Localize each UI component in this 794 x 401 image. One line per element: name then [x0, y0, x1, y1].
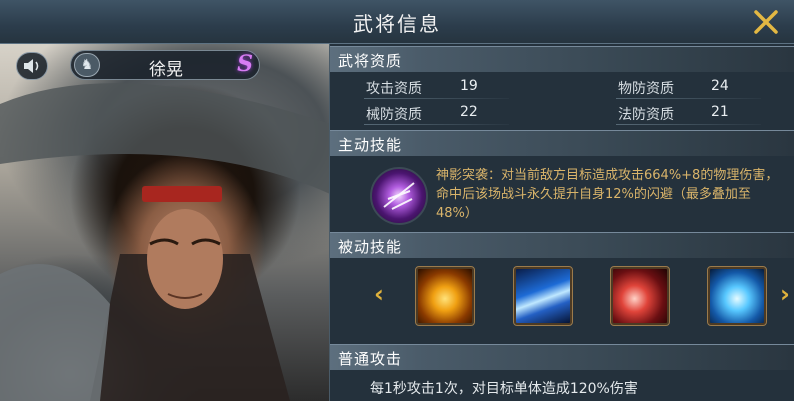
hero-name-plate: ♞ 徐晃 S	[70, 50, 260, 80]
stat-value-magic-defense: 21	[711, 104, 729, 120]
stat-label-physical-defense: 物防资质	[618, 81, 674, 97]
normal-attack-header: 普通攻击	[330, 344, 794, 370]
stat-label-mech-defense: 械防资质	[366, 107, 422, 123]
active-skill-description: 神影突袭：对当前敌方目标造成攻击664%+8的物理伤害，命中后该场战斗永久提升自…	[436, 168, 779, 221]
passive-skill-slot-2[interactable]	[513, 266, 573, 326]
active-skill-header: 主动技能	[330, 130, 794, 156]
passive-skill-slot-3[interactable]	[610, 266, 670, 326]
sound-toggle-button[interactable]	[16, 52, 48, 80]
hero-grade-badge: S	[237, 51, 253, 77]
stat-value-mech-defense: 22	[460, 104, 478, 120]
lightning-slash-icon	[383, 182, 415, 210]
active-skill-icon[interactable]	[370, 167, 428, 225]
stat-value-attack: 19	[460, 78, 478, 94]
passive-next-arrow[interactable]: ›	[780, 280, 790, 308]
aptitude-header-label: 武将资质	[338, 52, 403, 70]
hero-portrait: ♞ 徐晃 S	[0, 44, 330, 401]
active-skill-header-label: 主动技能	[338, 136, 403, 154]
divider	[616, 98, 761, 99]
passive-prev-arrow[interactable]: ‹	[374, 280, 384, 308]
window-title: 武将信息	[353, 12, 441, 36]
close-icon	[754, 10, 778, 34]
normal-attack-header-label: 普通攻击	[338, 350, 403, 368]
aptitude-header: 武将资质	[330, 46, 794, 72]
passive-skills-header: 被动技能	[330, 232, 794, 258]
title-bar: 武将信息	[0, 0, 794, 44]
stat-label-magic-defense: 法防资质	[618, 107, 674, 123]
divider	[364, 98, 509, 99]
stat-value-physical-defense: 24	[711, 78, 729, 94]
normal-attack-description: 每1秒攻击1次，对目标单体造成120%伤害	[370, 381, 638, 397]
divider	[364, 124, 509, 125]
passive-skill-slot-1[interactable]	[415, 266, 475, 326]
hero-artwork	[0, 83, 329, 401]
stat-label-attack: 攻击资质	[366, 81, 422, 97]
speaker-icon	[24, 59, 39, 73]
divider	[616, 124, 761, 125]
hero-name: 徐晃	[149, 60, 183, 80]
passive-skill-slot-4[interactable]	[707, 266, 767, 326]
close-button[interactable]	[748, 4, 784, 40]
passive-skills-header-label: 被动技能	[338, 238, 403, 256]
